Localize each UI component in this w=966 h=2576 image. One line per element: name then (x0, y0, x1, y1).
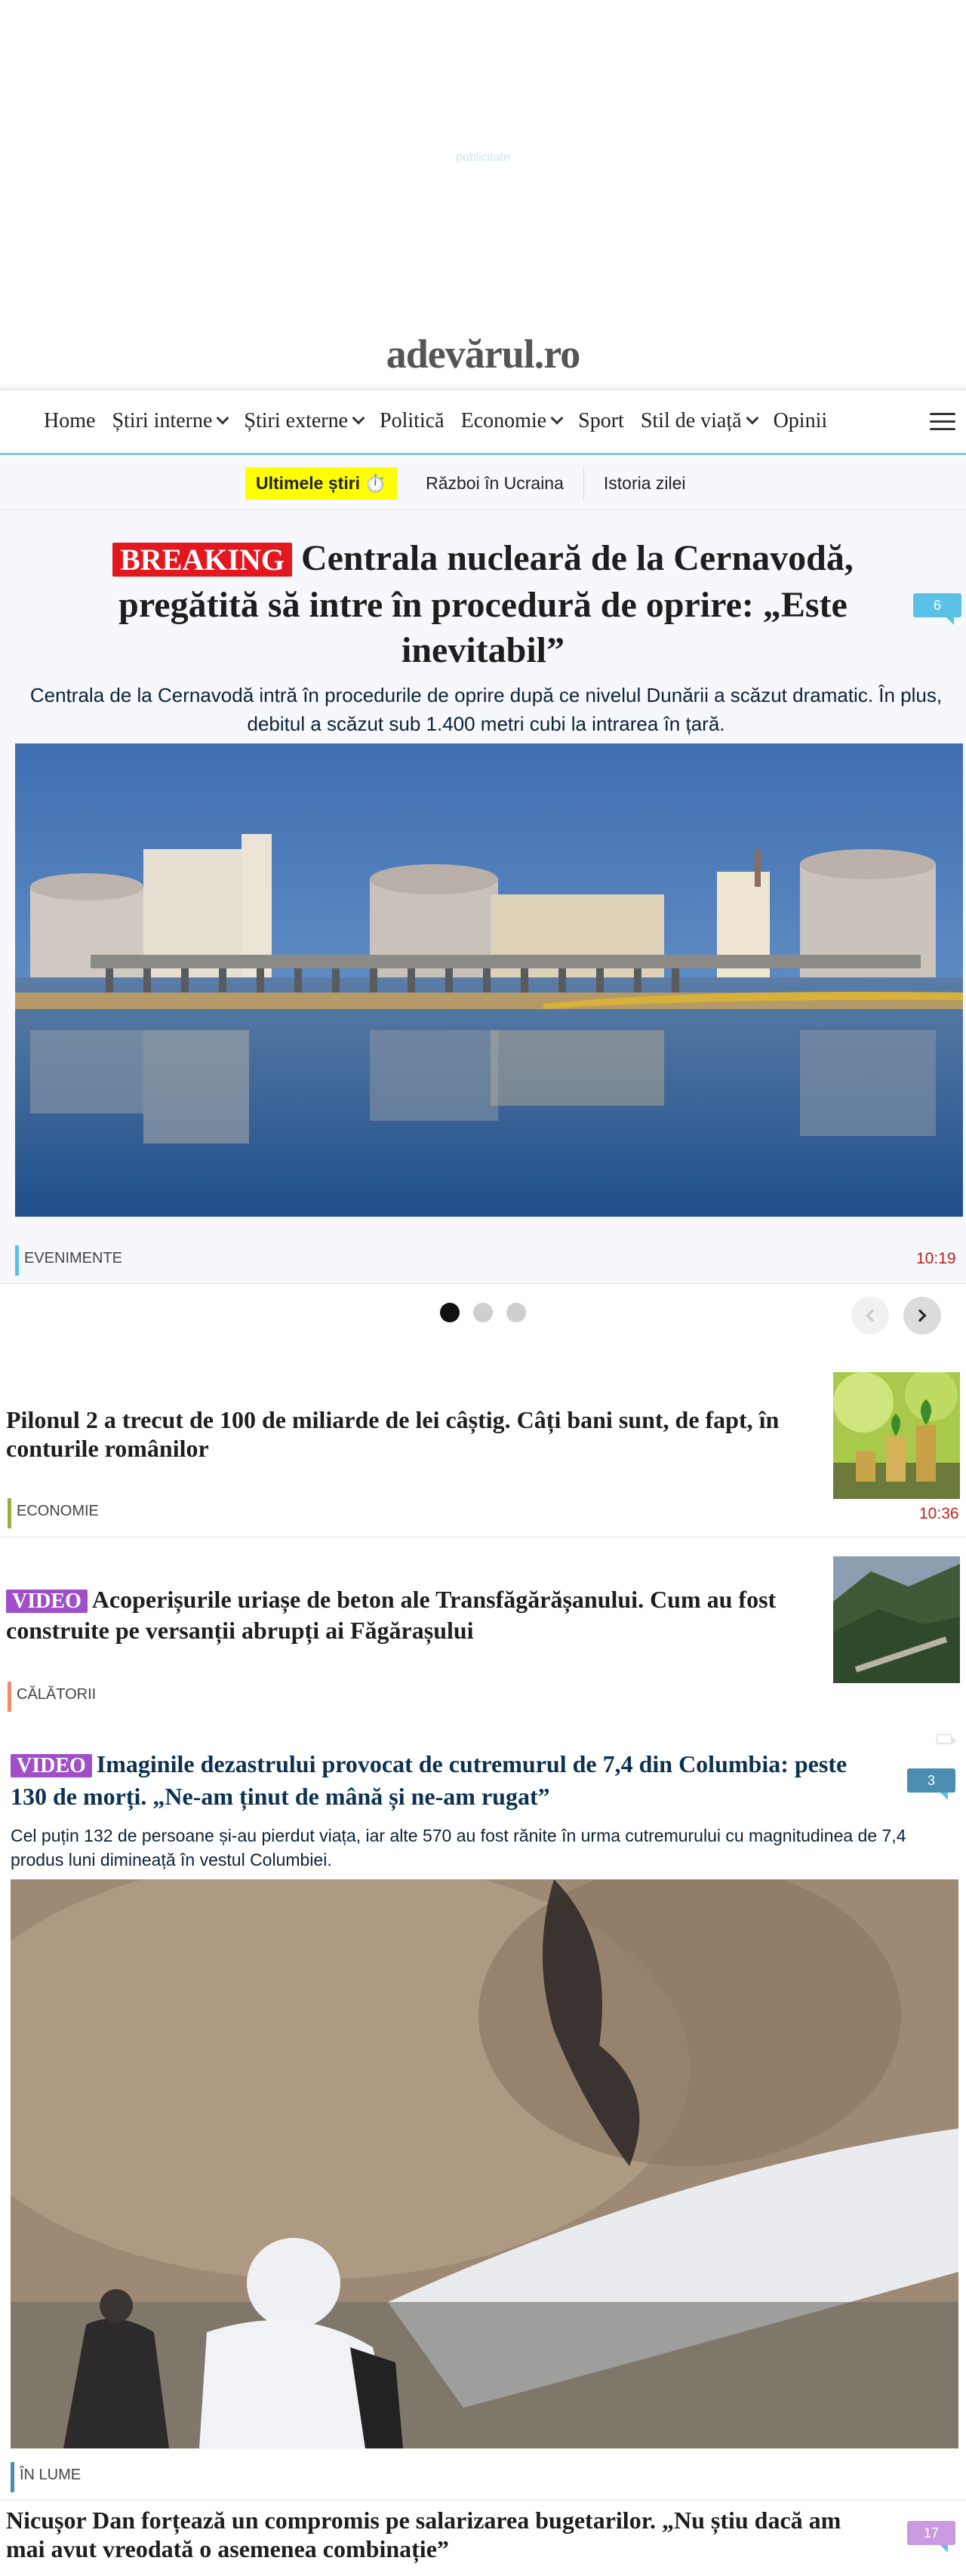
feature-title[interactable]: VIDEO Imaginile dezastrului provocat de c… (11, 1749, 878, 1811)
chevron-left-icon (866, 1309, 879, 1322)
nav-item-stiri-externe[interactable]: Știri externe (244, 409, 365, 433)
latest-news-link[interactable]: Ultimele știri ⏱️ (245, 467, 398, 500)
divider (0, 2500, 966, 2501)
nav-item-stiri-interne[interactable]: Știri interne (112, 409, 229, 433)
nav-label: Sport (578, 409, 624, 432)
hero-lead: Centrala de la Cernavodă intră în proced… (29, 684, 943, 735)
feature-lead: Cel puțin 132 de persoane și-au pierdut … (11, 1826, 906, 1870)
hamburger-menu-icon[interactable] (930, 413, 955, 435)
chevron-down-icon (352, 411, 365, 425)
article-thumbnail-coins[interactable] (833, 1372, 960, 1499)
carousel-dot[interactable] (506, 1303, 526, 1322)
nav-menu: Home Știri interne Știri externe Politic… (44, 409, 827, 433)
nav-label: Home (44, 409, 96, 432)
carousel-next-button[interactable] (903, 1297, 941, 1334)
war-ukraine-link[interactable]: Război în Ucraina (406, 467, 584, 500)
category-label[interactable]: CĂLĂTORII (8, 1682, 96, 1712)
video-camera-icon (936, 1734, 957, 1744)
nav-item-opinii[interactable]: Opinii (774, 409, 828, 433)
comment-count-badge[interactable]: 17 (907, 2521, 955, 2553)
article-title[interactable]: VIDEO Acoperișurile uriașe de beton ale T… (6, 1585, 821, 1645)
breaking-badge: BREAKING (112, 543, 292, 577)
hero-article[interactable]: BREAKING Centrala nucleară de la Cernavo… (0, 510, 966, 1284)
carousel-dot[interactable] (440, 1303, 460, 1322)
chevron-right-icon (913, 1309, 927, 1322)
main-navbar: Home Știri interne Știri externe Politic… (0, 389, 966, 455)
comment-count-badge[interactable]: 6 (913, 593, 961, 625)
secondary-navbar: Ultimele știri ⏱️ Război în Ucraina Isto… (0, 457, 966, 510)
nav-label: Politică (380, 409, 445, 432)
nav-label: Știri externe (244, 409, 349, 432)
nav-label: Stil de viață (640, 409, 742, 432)
carousel-pagination (440, 1303, 526, 1322)
nav-item-economie[interactable]: Economie (460, 409, 564, 433)
category-label[interactable]: ÎN LUME (11, 2462, 81, 2492)
article-title-text: Acoperișurile uriașe de beton ale Transf… (6, 1586, 777, 1644)
nav-item-politica[interactable]: Politică (380, 409, 445, 433)
history-of-day-link[interactable]: Istoria zilei (584, 467, 706, 500)
logo-text: adevărul.ro (386, 331, 580, 377)
carousel-prev-button[interactable] (851, 1297, 889, 1334)
nav-item-home[interactable]: Home (44, 409, 95, 433)
carousel-dot[interactable] (473, 1303, 493, 1322)
nav-label: Știri interne (112, 409, 213, 432)
article-title[interactable]: Nicușor Dan forțează un compromis pe sal… (6, 2506, 874, 2563)
nav-item-sport[interactable]: Sport (578, 409, 624, 433)
ad-label: publicitate (455, 151, 511, 164)
category-label[interactable]: EVENIMENTE (15, 1245, 122, 1276)
nav-item-stil-de-viata[interactable]: Stil de viață (640, 409, 759, 433)
publish-time: 10:19 (916, 1250, 956, 1267)
nav-label: Opinii (773, 409, 828, 432)
chevron-down-icon (550, 411, 564, 425)
video-badge: VIDEO (6, 1590, 88, 1613)
nav-label: Economie (460, 409, 547, 432)
feature-image-earthquake[interactable] (11, 1879, 958, 2448)
article-thumbnail-mountain[interactable] (833, 1556, 960, 1683)
publish-time: 10:36 (919, 1505, 959, 1522)
hero-image-nuclear-plant[interactable] (15, 743, 963, 1217)
feature-title-text: Imaginile dezastrului provocat de cutrem… (11, 1750, 848, 1810)
chevron-down-icon (216, 411, 229, 425)
video-badge: VIDEO (11, 1754, 92, 1777)
chevron-down-icon (746, 411, 759, 425)
comment-count-badge[interactable]: 3 (907, 1768, 955, 1800)
ad-banner: publicitate (0, 0, 966, 317)
hero-title[interactable]: BREAKING Centrala nucleară de la Cernavo… (45, 536, 921, 673)
article-title[interactable]: Pilonul 2 a trecut de 100 de miliarde de… (6, 1405, 821, 1463)
category-label[interactable]: ECONOMIE (8, 1498, 99, 1528)
site-logo[interactable]: adevărul.ro (0, 331, 966, 377)
